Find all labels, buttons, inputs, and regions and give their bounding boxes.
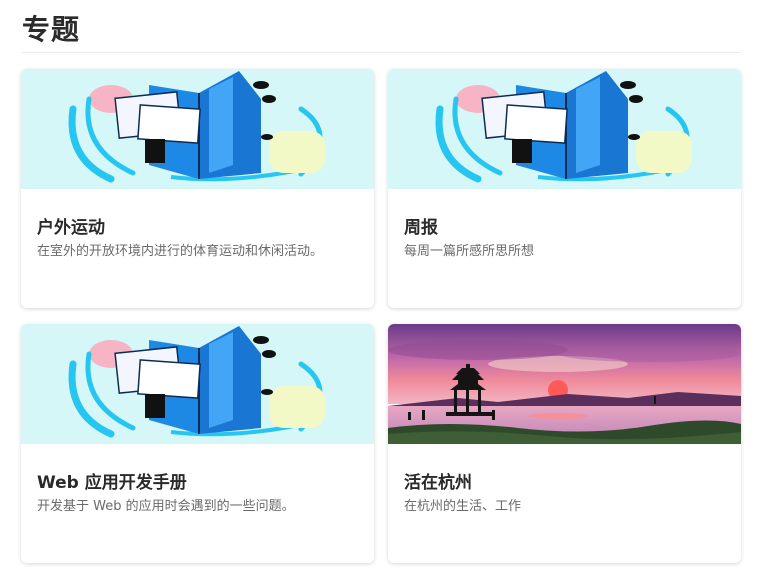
card-title: 户外运动 [37, 218, 105, 238]
card-title: 周报 [404, 218, 438, 238]
card-description: 在杭州的生活、工作 [404, 499, 522, 514]
topic-card-weekly[interactable]: 周报 每周一篇所感所思所想 [388, 69, 741, 308]
book-illustration-icon [388, 69, 741, 189]
card-cover-image [388, 324, 741, 444]
topic-card-hangzhou[interactable]: 活在杭州 在杭州的生活、工作 [388, 324, 741, 563]
topic-card-web-dev[interactable]: Web 应用开发手册 开发基于 Web 的应用时会遇到的一些问题。 [21, 324, 374, 563]
card-description: 开发基于 Web 的应用时会遇到的一些问题。 [37, 499, 295, 514]
title-divider [21, 52, 741, 53]
card-description: 每周一篇所感所思所想 [404, 244, 535, 259]
card-cover-image [21, 69, 374, 189]
card-cover-image [388, 69, 741, 189]
topic-card-outdoor[interactable]: 户外运动 在室外的开放环境内进行的体育运动和休闲活动。 [21, 69, 374, 308]
page-title: 专题 [22, 13, 81, 46]
book-illustration-icon [21, 324, 374, 444]
card-title: 活在杭州 [404, 473, 472, 493]
card-title: Web 应用开发手册 [37, 473, 187, 493]
card-description: 在室外的开放环境内进行的体育运动和休闲活动。 [37, 244, 324, 259]
west-lake-sunset-photo-icon [388, 324, 741, 444]
card-cover-image [21, 324, 374, 444]
book-illustration-icon [21, 69, 374, 189]
